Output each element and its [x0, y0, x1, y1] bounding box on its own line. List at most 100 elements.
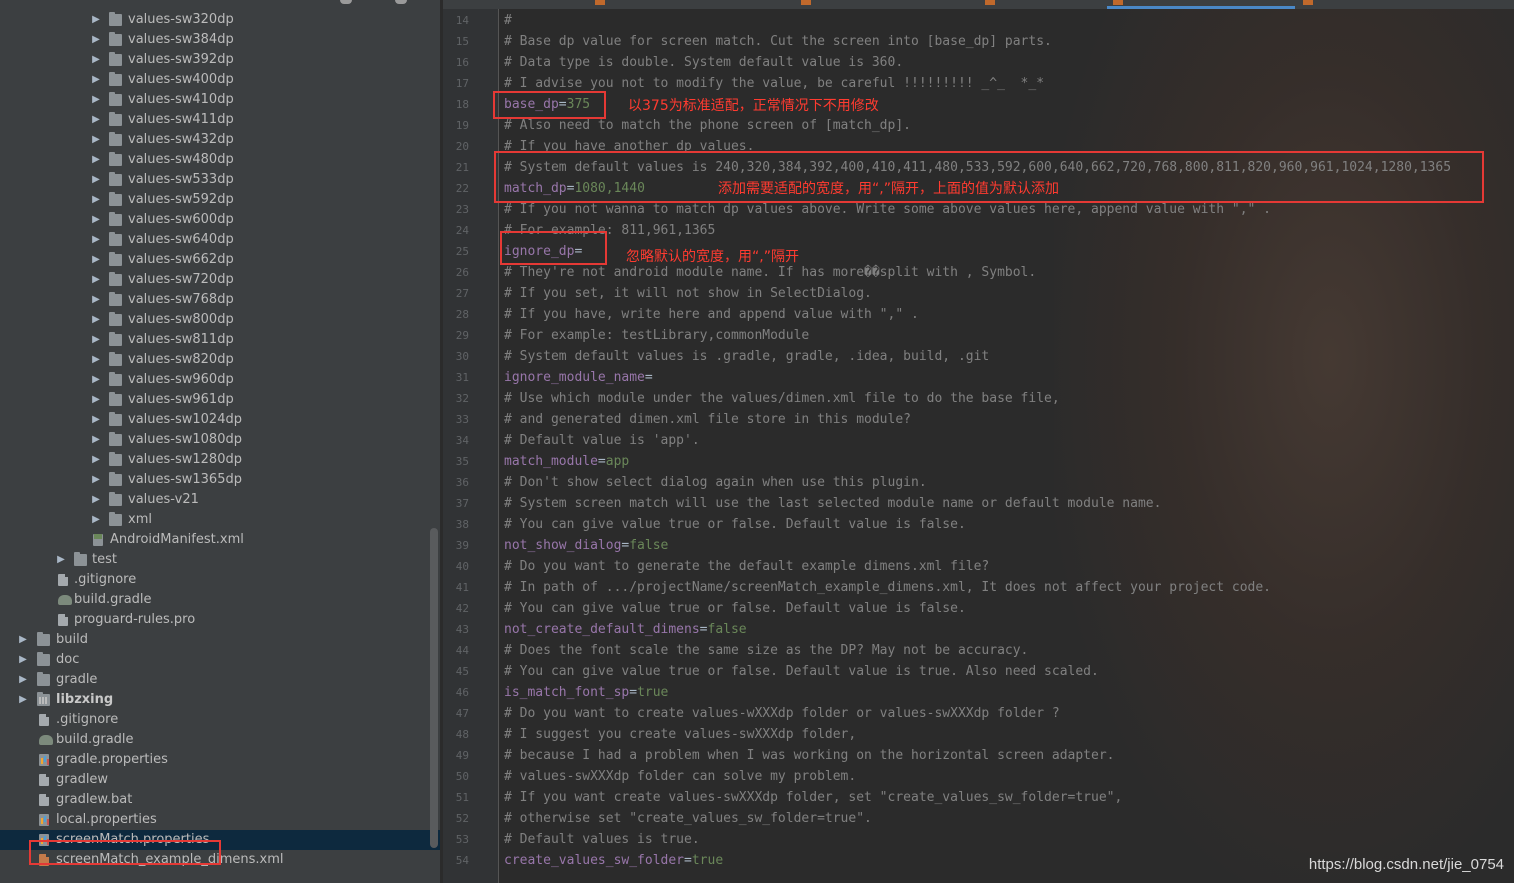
expand-arrow-icon[interactable]: ▶	[91, 310, 101, 330]
expand-arrow-icon[interactable]: ▶	[18, 630, 28, 650]
expand-arrow-icon[interactable]: ▶	[91, 170, 101, 190]
code-editor[interactable]: 14 #15 # Base dp value for screen match. C…	[443, 9, 1514, 883]
code-line[interactable]: 46 is_match_font_sp=true	[443, 682, 1514, 703]
tree-item[interactable]: ▶ build	[0, 630, 440, 650]
tree-item[interactable]: ▶ values-sw1080dp	[0, 430, 440, 450]
code-line[interactable]: 33 # and generated dimen.xml file store i…	[443, 409, 1514, 430]
expand-arrow-icon[interactable]: ▶	[91, 450, 101, 470]
expand-arrow-icon[interactable]: ▶	[91, 110, 101, 130]
expand-arrow-icon[interactable]: ▶	[18, 670, 28, 690]
expand-arrow-icon[interactable]: ▶	[91, 470, 101, 490]
expand-arrow-icon[interactable]: ▶	[91, 10, 101, 30]
code-line[interactable]: 44 # Does the font scale the same size as…	[443, 640, 1514, 661]
code-line[interactable]: 38 # You can give value true or false. De…	[443, 514, 1514, 535]
tree-item[interactable]: .gitignore	[0, 710, 440, 730]
code-line[interactable]: 27 # If you set, it will not show in Sele…	[443, 283, 1514, 304]
expand-arrow-icon[interactable]: ▶	[91, 290, 101, 310]
code-line[interactable]: 47 # Do you want to create values-wXXXdp …	[443, 703, 1514, 724]
tree-item[interactable]: ▶ xml	[0, 510, 440, 530]
tree-item[interactable]: ▶ values-sw533dp	[0, 170, 440, 190]
code-line[interactable]: 16 # Data type is double. System default …	[443, 52, 1514, 73]
tree-item[interactable]: ▶ gradle	[0, 670, 440, 690]
code-line[interactable]: 53 # Default values is true.	[443, 829, 1514, 850]
tree-item[interactable]: ▶ values-sw662dp	[0, 250, 440, 270]
code-line[interactable]: 42 # You can give value true or false. De…	[443, 598, 1514, 619]
file-tab-icon[interactable]	[595, 0, 605, 5]
code-line[interactable]: 36 # Don't show select dialog again when …	[443, 472, 1514, 493]
expand-arrow-icon[interactable]: ▶	[91, 70, 101, 90]
expand-arrow-icon[interactable]: ▶	[91, 190, 101, 210]
code-line[interactable]: 29 # For example: testLibrary,commonModul…	[443, 325, 1514, 346]
code-line[interactable]: 32 # Use which module under the values/di…	[443, 388, 1514, 409]
expand-arrow-icon[interactable]: ▶	[91, 270, 101, 290]
tree-item[interactable]: local.properties	[0, 810, 440, 830]
code-line[interactable]: 34 # Default value is 'app'.	[443, 430, 1514, 451]
tree-item[interactable]: gradlew.bat	[0, 790, 440, 810]
tree-item[interactable]: AndroidManifest.xml	[0, 530, 440, 550]
expand-arrow-icon[interactable]: ▶	[56, 550, 66, 570]
tree-item[interactable]: build.gradle	[0, 590, 440, 610]
code-line[interactable]: 37 # System screen match will use the las…	[443, 493, 1514, 514]
tree-item[interactable]: ▶ values-sw600dp	[0, 210, 440, 230]
tree-item[interactable]: ▶ values-sw640dp	[0, 230, 440, 250]
code-line[interactable]: 51 # If you want create values-swXXXdp fo…	[443, 787, 1514, 808]
tree-item[interactable]: ▶ values-sw960dp	[0, 370, 440, 390]
code-line[interactable]: 50 # values-swXXXdp folder can solve my p…	[443, 766, 1514, 787]
file-tab-icon[interactable]	[985, 0, 995, 5]
tree-item[interactable]: proguard-rules.pro	[0, 610, 440, 630]
tree-item[interactable]: ▶ values-sw480dp	[0, 150, 440, 170]
tree-item[interactable]: ▶ values-sw800dp	[0, 310, 440, 330]
code-line[interactable]: 15 # Base dp value for screen match. Cut …	[443, 31, 1514, 52]
settings-icon[interactable]	[340, 0, 352, 4]
expand-arrow-icon[interactable]: ▶	[91, 490, 101, 510]
expand-arrow-icon[interactable]: ▶	[91, 130, 101, 150]
tree-item[interactable]: ▶ values-sw1365dp	[0, 470, 440, 490]
code-line[interactable]: 43 not_create_default_dimens=false	[443, 619, 1514, 640]
file-tab-icon[interactable]	[1113, 0, 1123, 5]
tree-item[interactable]: ▶ values-sw820dp	[0, 350, 440, 370]
tree-item[interactable]: ▶ doc	[0, 650, 440, 670]
expand-arrow-icon[interactable]: ▶	[18, 690, 28, 710]
code-line[interactable]: 31 ignore_module_name=	[443, 367, 1514, 388]
tree-item[interactable]: gradlew	[0, 770, 440, 790]
tree-item[interactable]: ▶ values-v21	[0, 490, 440, 510]
expand-arrow-icon[interactable]: ▶	[91, 390, 101, 410]
tree-item[interactable]: ▶ values-sw320dp	[0, 10, 440, 30]
tree-item[interactable]: .gitignore	[0, 570, 440, 590]
project-tree-scrollbar[interactable]	[430, 528, 438, 848]
tree-item[interactable]: ▶ values-sw400dp	[0, 70, 440, 90]
code-line[interactable]: 30 # System default values is .gradle, gr…	[443, 346, 1514, 367]
expand-arrow-icon[interactable]: ▶	[91, 90, 101, 110]
tree-item[interactable]: ▶ values-sw384dp	[0, 30, 440, 50]
code-line[interactable]: 35 match_module=app	[443, 451, 1514, 472]
code-line[interactable]: 14 #	[443, 10, 1514, 31]
code-line[interactable]: 28 # If you have, write here and append v…	[443, 304, 1514, 325]
expand-arrow-icon[interactable]: ▶	[91, 230, 101, 250]
expand-arrow-icon[interactable]: ▶	[91, 370, 101, 390]
file-tab-icon[interactable]	[801, 0, 811, 5]
expand-arrow-icon[interactable]: ▶	[91, 510, 101, 530]
expand-arrow-icon[interactable]: ▶	[18, 650, 28, 670]
code-line[interactable]: 40 # Do you want to generate the default …	[443, 556, 1514, 577]
expand-arrow-icon[interactable]: ▶	[91, 410, 101, 430]
expand-arrow-icon[interactable]: ▶	[91, 30, 101, 50]
tree-item[interactable]: ▶ values-sw432dp	[0, 130, 440, 150]
tree-item[interactable]: ▶ values-sw592dp	[0, 190, 440, 210]
tree-item[interactable]: ▶ values-sw768dp	[0, 290, 440, 310]
tree-item[interactable]: ▶ values-sw720dp	[0, 270, 440, 290]
code-line[interactable]: 49 # because I had a problem when I was w…	[443, 745, 1514, 766]
tree-item[interactable]: ▶ values-sw411dp	[0, 110, 440, 130]
tree-item[interactable]: ▶ values-sw811dp	[0, 330, 440, 350]
tree-item[interactable]: ▶ values-sw410dp	[0, 90, 440, 110]
code-line[interactable]: 52 # otherwise set "create_values_sw_fold…	[443, 808, 1514, 829]
tree-item[interactable]: build.gradle	[0, 730, 440, 750]
code-line[interactable]: 26 # They're not android module name. If …	[443, 262, 1514, 283]
tree-item[interactable]: ▶ values-sw1280dp	[0, 450, 440, 470]
expand-arrow-icon[interactable]: ▶	[91, 150, 101, 170]
expand-arrow-icon[interactable]: ▶	[91, 50, 101, 70]
tree-item[interactable]: ▶ libzxing	[0, 690, 440, 710]
file-tab-icon[interactable]	[1303, 0, 1313, 5]
expand-arrow-icon[interactable]: ▶	[91, 210, 101, 230]
tree-item[interactable]: ▶ values-sw961dp	[0, 390, 440, 410]
expand-arrow-icon[interactable]: ▶	[91, 430, 101, 450]
